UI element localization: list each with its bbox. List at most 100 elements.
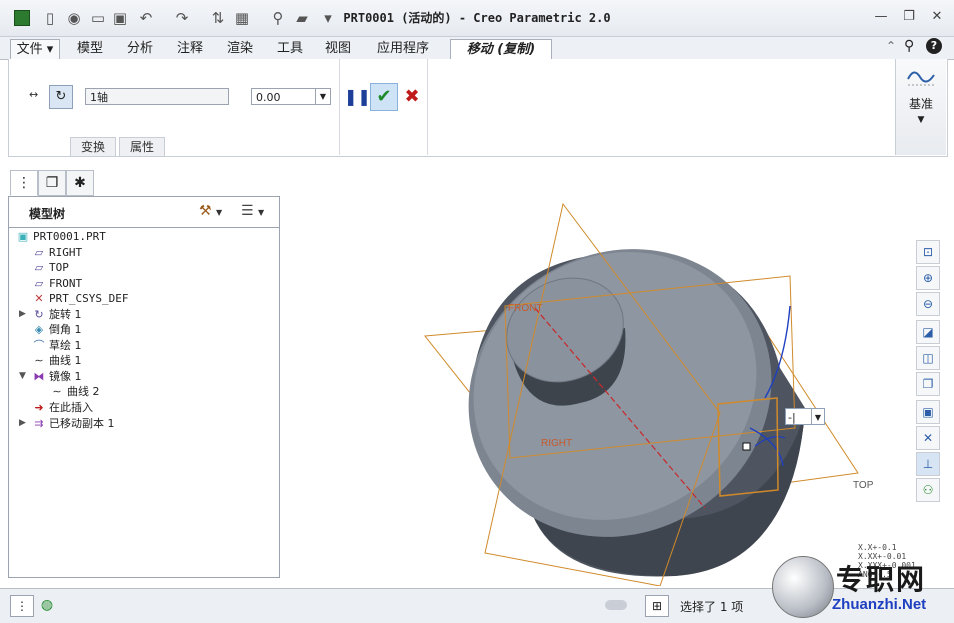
tree-item-mirror[interactable]: ⧓ 镜像 1 [31,369,82,384]
tab-analysis[interactable]: 分析 [120,39,160,58]
tree-item-chamfer[interactable]: ◈ 倒角 1 [31,322,82,337]
regen-status-icon [605,600,627,610]
datum-plane-icon: ▱ [34,261,44,274]
open-folder-icon[interactable]: ▭ [88,8,108,28]
pause-button[interactable]: ❚❚ [344,84,371,110]
tree-item-curve-1[interactable]: ∼ 曲线 1 [31,353,81,368]
tab-tools[interactable]: 工具 [270,39,310,58]
datum-display-icon[interactable]: ⊥ [916,452,940,476]
tree-item-front[interactable]: ▱ FRONT [31,276,82,291]
expand-icon[interactable]: ▶ [19,309,26,319]
collapse-ribbon-icon[interactable]: ⌃ [886,39,896,53]
graphics-window[interactable]: FRONT RIGHT TOP -| ▼ X.X+-0.1 X.XX+-0.01… [280,158,916,587]
label-front: FRONT [508,303,542,314]
drag-handle[interactable] [742,442,751,451]
chamfer-icon: ◈ [34,323,44,336]
insert-arrow-icon: ➜ [34,401,44,414]
regenerate-icon[interactable]: ⇅ [208,8,228,28]
show-navigator-icon[interactable]: ⋮ [10,595,34,617]
tree-item-sketch[interactable]: ⌒ 草绘 1 [31,338,82,353]
repaint-icon[interactable]: ◪ [916,320,940,344]
csys-display-icon[interactable]: ✕ [916,426,940,450]
mirror-icon: ⧓ [33,370,45,383]
tree-settings-icon[interactable]: ⚒ ▼ [199,203,222,219]
watermark-cn: 专职网 [836,563,927,596]
tab-model[interactable]: 模型 [70,39,110,58]
watermark-globe-icon [772,556,834,618]
tree-item-moved-copy[interactable]: ⇉ 已移动副本 1 [31,416,114,431]
search-icon[interactable]: ⚲ [904,38,914,54]
datum-plane-icon: ▱ [34,277,44,290]
tree-item-insert-here[interactable]: ➜ 在此插入 [31,400,93,415]
curve-icon: ∼ [52,385,62,398]
sketch-icon: ⌒ [33,339,45,352]
datum-curve-icon [907,71,935,86]
rotate-icon[interactable]: ↻ [49,85,73,109]
tree-item-curve-2[interactable]: ∼ 曲线 2 [49,384,99,399]
tab-file[interactable]: 文件 ▾ [10,39,60,60]
restore-icon[interactable]: ❐ [898,6,920,28]
help-icon[interactable]: ? [926,38,942,54]
refit-icon[interactable]: ⊡ [916,240,940,264]
model-tree-panel: 模型树 ⚒ ▼ ☰ ▼ ▣ PRT0001.PRT ▱ RIGHT ▱ TOP ▱ FR… [8,196,280,578]
subtab-properties[interactable]: 属性 [119,137,165,157]
datum-group[interactable]: 基准 ▼ [895,59,946,155]
navigator-tabs: ⋮ ❐ ✱ [8,170,98,196]
folder-browser-tab-icon[interactable]: ❐ [38,170,66,196]
confirm-button[interactable]: ✔ [370,83,398,111]
selection-status: 选择了 1 项 [680,600,744,614]
favorites-tab-icon[interactable]: ✱ [66,170,94,196]
view-manager-icon[interactable]: ▣ [916,400,940,424]
reference-collector[interactable]: 1轴 [85,88,229,105]
browser-icon[interactable]: ◍ [36,595,58,615]
tab-move-copy[interactable]: 移动 (复制) [450,39,552,61]
tab-render[interactable]: 渲染 [220,39,260,58]
tab-annotate[interactable]: 注释 [170,39,210,58]
zoom-in-icon[interactable]: ⊕ [916,266,940,290]
redo-icon[interactable]: ↷ [172,8,192,28]
save-icon[interactable]: ▣ [110,8,130,28]
expand-icon[interactable]: ▶ [19,418,26,428]
folder-icon[interactable]: ▰ [292,8,312,28]
chevron-down-icon[interactable]: ▼ [811,409,824,424]
saved-views-icon[interactable]: ❐ [916,372,940,396]
tree-item-top[interactable]: ▱ TOP [31,260,69,275]
label-right: RIGHT [541,438,572,449]
open-icon[interactable]: ◉ [64,8,84,28]
graphics-toolbar: ⊡ ⊕ ⊖ ◪ ◫ ❐ ▣ ✕ ⊥ ⚇ [914,236,942,508]
tree-item-part[interactable]: ▣ PRT0001.PRT [15,229,106,244]
cancel-button[interactable]: ✖ [399,84,425,110]
datum-plane-icon: ▱ [34,246,44,259]
display-style-icon[interactable]: ◫ [916,346,940,370]
tab-applications[interactable]: 应用程序 [370,39,436,58]
subtab-transform[interactable]: 变换 [70,137,116,157]
customize-icon[interactable]: ▾ [318,8,338,28]
zoom-out-icon[interactable]: ⊖ [916,292,940,316]
translate-icon[interactable]: ↔ [29,88,38,101]
watermark-url: Zhuanzhi.Net [832,596,927,613]
find-icon[interactable]: ⚲ [268,8,288,28]
tree-item-revolve[interactable]: ↻ 旋转 1 [31,307,81,322]
selection-filter-icon[interactable]: ⊞ [645,595,669,617]
new-icon[interactable]: ▯ [40,8,60,28]
minimize-icon[interactable]: — [870,6,892,28]
moved-copy-icon: ⇉ [34,417,44,430]
part-icon: ▣ [17,230,29,243]
tree-item-right[interactable]: ▱ RIGHT [31,245,82,260]
amount-input[interactable]: 0.00 ▼ [251,88,331,105]
curve-icon: ∼ [34,354,44,367]
app-icon[interactable] [12,8,32,28]
collapse-icon[interactable]: ▼ [19,371,26,381]
model-graphics[interactable]: FRONT RIGHT TOP [280,158,910,587]
dimension-input[interactable]: -| ▼ [785,408,825,425]
model-tree-tab-icon[interactable]: ⋮ [10,170,38,196]
tab-view[interactable]: 视图 [318,39,358,58]
annotation-display-icon[interactable]: ⚇ [916,478,940,502]
model-tree-title: 模型树 [29,207,66,221]
tree-columns-icon[interactable]: ☰ ▼ [241,203,264,219]
undo-icon[interactable]: ↶ [136,8,156,28]
windows-icon[interactable]: ▦ [232,8,252,28]
tree-item-csys[interactable]: ✕ PRT_CSYS_DEF [31,291,128,306]
close-icon[interactable]: ✕ [926,6,948,28]
chevron-down-icon[interactable]: ▼ [315,89,330,104]
